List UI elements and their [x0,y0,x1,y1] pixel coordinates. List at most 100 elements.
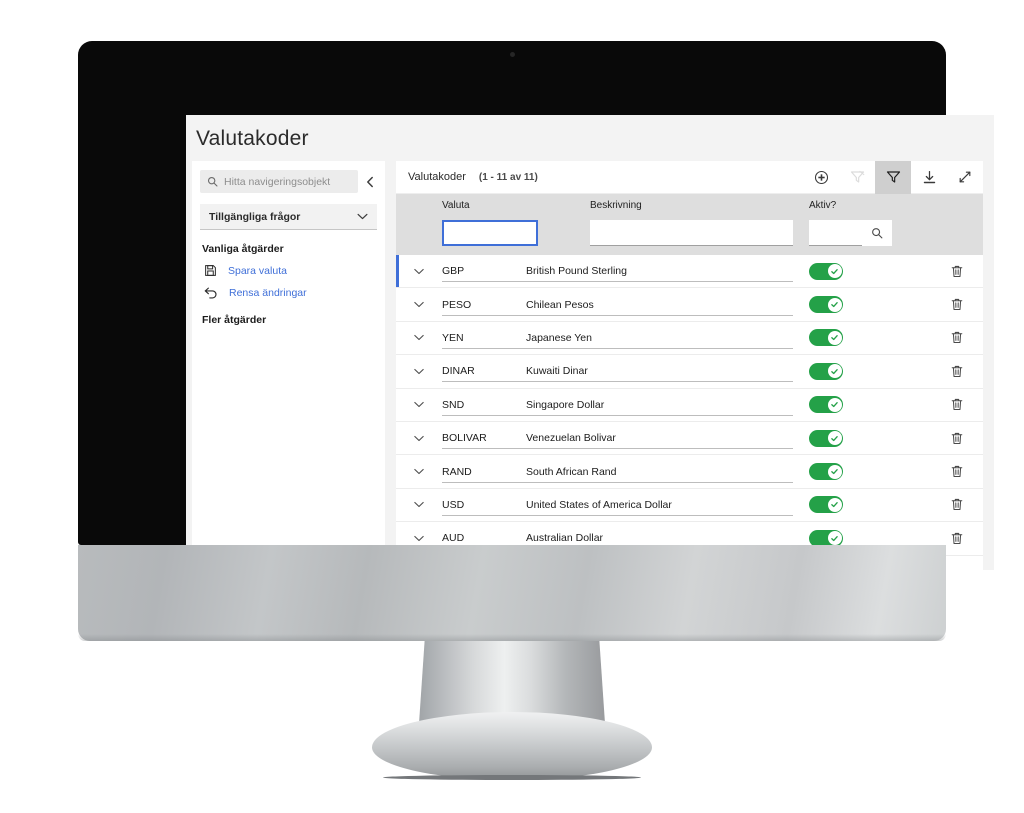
monitor-scene: Valutakoder Hitta navigeringsobjekt Till… [0,0,1024,813]
nav-search-row: Hitta navigeringsobjekt [200,170,377,193]
trash-icon[interactable] [931,532,983,545]
filter-input-aktiv[interactable] [809,220,862,246]
grid-title: Valutakoder [408,171,466,183]
check-circle-icon [827,497,842,512]
circle-plus-icon[interactable] [803,161,839,194]
trash-icon[interactable] [931,432,983,445]
filter-column-aktiv: Aktiv? [809,200,931,246]
check-circle-icon [827,297,842,312]
table-row[interactable]: GBP British Pound Sterling [396,255,983,289]
cell-beskrivning[interactable]: South African Rand [526,461,793,483]
download-icon[interactable] [911,161,947,194]
filter-input-beskrivning[interactable] [590,220,793,246]
cell-valuta[interactable]: YEN [442,327,526,349]
active-toggle[interactable] [809,362,843,380]
filter-input-valuta[interactable] [442,220,538,246]
table-row[interactable]: SND Singapore Dollar [396,388,983,422]
cell-beskrivning-wrap: Kuwaiti Dinar [526,360,809,383]
column-header-beskrivning: Beskrivning [590,200,642,211]
trash-icon[interactable] [931,298,983,311]
cell-valuta[interactable]: RAND [442,461,526,483]
table-row[interactable]: DINAR Kuwaiti Dinar [396,355,983,389]
active-toggle[interactable] [809,429,843,447]
cell-aktiv [809,496,931,514]
monitor-bezel: Valutakoder Hitta navigeringsobjekt Till… [78,41,994,570]
active-toggle[interactable] [809,296,843,314]
chevron-down-icon[interactable] [396,401,442,408]
cell-beskrivning-wrap: United States of America Dollar [526,494,809,516]
active-toggle[interactable] [809,496,843,514]
check-circle-icon [827,464,842,479]
cell-beskrivning[interactable]: British Pound Sterling [526,260,793,283]
cell-aktiv [809,429,931,447]
cell-beskrivning-wrap: South African Rand [526,461,809,483]
active-toggle[interactable] [809,262,843,280]
cell-valuta[interactable]: SND [442,394,526,416]
save-currency-action[interactable]: Spara valuta [200,264,377,277]
cell-beskrivning-wrap: British Pound Sterling [526,260,809,283]
chevron-down-icon [357,213,368,220]
trash-icon[interactable] [931,265,983,278]
trash-icon[interactable] [931,498,983,511]
chevron-down-icon[interactable] [396,334,442,341]
check-circle-icon [827,330,842,345]
check-circle-icon [827,364,842,379]
table-row[interactable]: RAND South African Rand [396,455,983,489]
filter-icon[interactable] [875,160,911,194]
search-placeholder: Hitta navigeringsobjekt [224,175,331,188]
cell-beskrivning[interactable]: Chilean Pesos [526,294,793,316]
trash-icon[interactable] [931,365,983,378]
cell-valuta[interactable]: USD [442,494,526,516]
search-input[interactable]: Hitta navigeringsobjekt [200,170,358,193]
search-icon [207,176,218,187]
column-header-aktiv: Aktiv? [809,200,837,211]
cell-beskrivning[interactable]: Japanese Yen [526,327,793,349]
cell-beskrivning-wrap: Japanese Yen [526,327,809,349]
sidebar: Hitta navigeringsobjekt Tillgängliga frå… [192,161,385,570]
active-toggle[interactable] [809,329,843,347]
trash-icon[interactable] [931,331,983,344]
chevron-left-icon[interactable] [363,174,377,190]
chevron-down-icon[interactable] [396,268,442,275]
cell-valuta[interactable]: DINAR [442,360,526,383]
page-title: Valutakoder [186,115,994,161]
chevron-down-icon[interactable] [396,368,442,375]
table-row[interactable]: YEN Japanese Yen [396,321,983,356]
table-row[interactable]: PESO Chilean Pesos [396,288,983,322]
cell-beskrivning[interactable]: Kuwaiti Dinar [526,360,793,383]
cell-valuta[interactable]: GBP [442,260,526,283]
cell-beskrivning[interactable]: Venezuelan Bolivar [526,427,793,450]
monitor-stand-base [372,712,652,780]
chevron-down-icon[interactable] [396,535,442,542]
queries-select[interactable]: Tillgängliga frågor [200,204,377,230]
chevron-down-icon[interactable] [396,501,442,508]
expand-diagonal-icon[interactable] [947,161,983,194]
queries-select-label: Tillgängliga frågor [209,210,301,223]
chevron-down-icon[interactable] [396,468,442,475]
webcam-icon [509,52,515,57]
table-row[interactable]: BOLIVAR Venezuelan Bolivar [396,421,983,456]
search-icon[interactable] [862,220,892,246]
active-toggle[interactable] [809,463,843,481]
cell-valuta[interactable]: BOLIVAR [442,427,526,450]
chevron-down-icon[interactable] [396,435,442,442]
monitor-chin [78,545,946,641]
cell-aktiv [809,396,931,414]
trash-icon[interactable] [931,398,983,411]
clear-changes-action[interactable]: Rensa ändringar [200,286,377,299]
table-row[interactable]: USD United States of America Dollar [396,488,983,523]
cell-beskrivning[interactable]: United States of America Dollar [526,494,793,516]
cell-aktiv [809,362,931,380]
save-currency-label: Spara valuta [228,264,287,277]
active-toggle[interactable] [809,396,843,414]
grid-panel: Valutakoder (1 - 11 av 11) Valuta Beskri… [396,160,983,570]
more-actions-heading: Fler åtgärder [202,314,267,326]
cell-aktiv [809,329,931,347]
column-header-valuta: Valuta [442,200,470,211]
cell-beskrivning[interactable]: Singapore Dollar [526,394,793,416]
cell-valuta[interactable]: PESO [442,294,526,316]
grid-record-count: (1 - 11 av 11) [478,171,538,183]
trash-icon[interactable] [931,465,983,478]
filter-off-icon[interactable] [839,161,875,194]
chevron-down-icon[interactable] [396,301,442,308]
